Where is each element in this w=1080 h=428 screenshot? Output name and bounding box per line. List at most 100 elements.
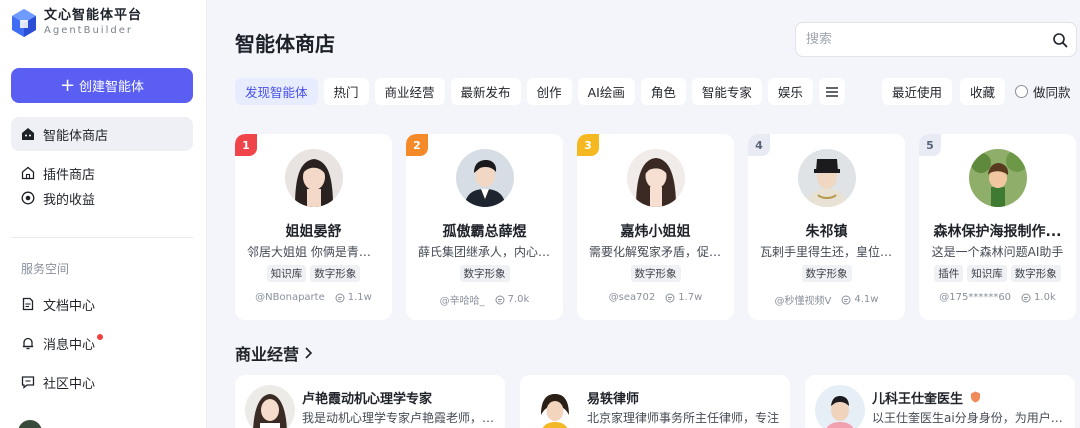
usage-count: 1.7w <box>678 292 703 303</box>
agent-title: 朱祁镇 <box>805 224 848 240</box>
agent-name: 易轶律师 <box>587 392 640 407</box>
business-section-title[interactable]: 商业经营 <box>235 341 313 365</box>
agent-avatar <box>797 149 856 207</box>
agent-card[interactable]: 1 姐姐晏舒 邻居大姐姐 你俩是青梅竹马 知识库 数字形象 @NBonapart… <box>235 134 392 320</box>
agent-desc: 以王仕奎医生ai分身身份，为用户解答 <box>872 411 1067 425</box>
tab-entertainment[interactable]: 娱乐 <box>767 78 813 105</box>
business-agent-card[interactable]: 卢艳霞动机心理学专家 我是动机心理学专家卢艳霞老师，擅长 <box>235 375 505 428</box>
filter-recent[interactable]: 最近使用 <box>882 78 953 105</box>
rank-badge: 2 <box>406 134 428 156</box>
agent-card[interactable]: 5 森林保护海报制作... 这是一个森林问题AI助手 插件 知识库 数字形象 @… <box>919 134 1076 320</box>
tab-creation[interactable]: 创作 <box>526 78 572 105</box>
agent-author[interactable]: @175******60 <box>939 292 1011 303</box>
agent-avatar <box>968 149 1027 207</box>
tag: 数字形象 <box>801 265 852 282</box>
agent-author[interactable]: @秒懂视频V <box>775 292 832 307</box>
sidebar-item-community[interactable]: 社区中心 <box>11 365 193 399</box>
usage-count: 1.1w <box>347 292 372 303</box>
agent-desc: 邻居大姐姐 你俩是青梅竹马 <box>247 245 380 259</box>
agent-desc: 薛氏集团继承人，内心冷漠 <box>418 245 551 259</box>
sidebar-item-messages[interactable]: 消息中心 <box>11 326 193 360</box>
agent-meta: @sea702 1.7w <box>577 292 734 303</box>
agent-tags: 插件 知识库 数字形象 <box>919 265 1076 282</box>
category-tabs: 发现智能体 热门 商业经营 最新发布 创作 AI绘画 角色 智能专家 娱乐 <box>235 78 851 105</box>
filter-favorites[interactable]: 收藏 <box>960 78 1006 105</box>
search-input[interactable] <box>806 32 1046 47</box>
usage-count: 1.0k <box>1034 292 1056 303</box>
create-agent-label: 创建智能体 <box>79 80 145 95</box>
menu-icon <box>825 86 838 97</box>
create-agent-button[interactable]: + 创建智能体 <box>11 68 193 103</box>
logo-subtitle: AgentBuilder <box>44 25 133 36</box>
agent-desc: 北京家理律师事务所主任律师，专注 <box>587 411 780 425</box>
chat-icon <box>21 375 35 389</box>
sidebar-item-docs[interactable]: 文档中心 <box>11 287 193 321</box>
agent-avatar <box>530 385 580 428</box>
agent-author[interactable]: @NBonaparte <box>255 292 325 303</box>
search-icon[interactable] <box>1052 32 1068 48</box>
agent-avatar <box>626 149 685 207</box>
tag: 知识库 <box>266 265 307 282</box>
sidebar-item-agent-store[interactable]: 智能体商店 <box>11 117 193 151</box>
business-agent-card[interactable]: 儿科王仕奎医生 以王仕奎医生ai分身身份，为用户解答 <box>805 375 1075 428</box>
agent-meta: @175******60 1.0k <box>919 292 1076 303</box>
agent-avatar <box>245 385 295 428</box>
agent-avatar <box>284 149 343 207</box>
sidebar-item-label: 智能体商店 <box>43 128 109 144</box>
sidebar: 文心智能体平台 AgentBuilder + 创建智能体 智能体商店 插件商店 … <box>0 0 207 428</box>
document-icon <box>21 297 35 311</box>
badge-icon <box>970 391 980 403</box>
tag: 插件 <box>934 265 964 282</box>
tab-roles[interactable]: 角色 <box>640 78 686 105</box>
agent-avatar <box>455 149 514 207</box>
more-categories-button[interactable] <box>818 78 845 105</box>
tab-latest[interactable]: 最新发布 <box>450 78 521 105</box>
agent-name: 儿科王仕奎医生 <box>872 388 981 407</box>
agent-desc: 瓦剌手里得生还，皇位复得 <box>760 245 893 259</box>
sidebar-divider <box>11 237 193 238</box>
agent-card[interactable]: 2 孤傲霸总薛煜 薛氏集团继承人，内心冷漠 数字形象 @辛哈哈_ 7.0k <box>406 134 563 320</box>
user-avatar[interactable] <box>18 420 42 428</box>
same-style-toggle[interactable]: 做同款 <box>1015 78 1071 105</box>
usage-icon <box>841 295 851 304</box>
business-agent-card[interactable]: 易轶律师 北京家理律师事务所主任律师，专注 <box>520 375 790 428</box>
agent-title: 森林保护海报制作... <box>933 224 1062 240</box>
unread-dot <box>97 334 104 340</box>
agent-desc: 需要化解冤家矛盾，促进和好 <box>589 245 722 259</box>
logo[interactable]: 文心智能体平台 AgentBuilder <box>10 8 142 38</box>
tag: 知识库 <box>967 265 1007 282</box>
sidebar-item-earnings[interactable]: 我的收益 <box>11 181 193 215</box>
agent-desc: 我是动机心理学专家卢艳霞老师，擅长 <box>302 411 497 425</box>
agent-meta: @辛哈哈_ 7.0k <box>406 292 563 307</box>
tab-expert[interactable]: 智能专家 <box>691 78 762 105</box>
right-filters: 最近使用 收藏 做同款 <box>882 78 1071 105</box>
agent-card[interactable]: 4 朱祁镇 瓦剌手里得生还，皇位复得 数字形象 @秒懂视频V 4.1w <box>748 134 905 320</box>
search-box[interactable] <box>795 22 1077 57</box>
agent-author[interactable]: @sea702 <box>609 292 656 303</box>
usage-count: 7.0k <box>507 294 530 305</box>
usage-icon <box>1021 293 1031 302</box>
rank-badge: 3 <box>577 134 599 156</box>
tab-discover[interactable]: 发现智能体 <box>235 78 318 105</box>
logo-cube-icon <box>12 9 36 37</box>
sidebar-item-label: 插件商店 <box>43 167 96 183</box>
chevron-right-icon <box>305 347 313 359</box>
tag: 数字形象 <box>630 265 681 282</box>
tab-hot[interactable]: 热门 <box>323 78 369 105</box>
tag: 数字形象 <box>459 265 510 282</box>
agent-card[interactable]: 3 嘉炜小姐姐 需要化解冤家矛盾，促进和好 数字形象 @sea702 1.7w <box>577 134 734 320</box>
tab-business[interactable]: 商业经营 <box>374 78 445 105</box>
home-plugin-icon <box>21 166 35 180</box>
usage-icon <box>495 295 505 304</box>
agent-meta: @NBonaparte 1.1w <box>235 292 392 303</box>
usage-icon <box>335 293 345 302</box>
plus-icon: + <box>59 74 76 96</box>
sidebar-item-label: 社区中心 <box>43 376 96 392</box>
agent-title: 嘉炜小姐姐 <box>620 224 691 240</box>
usage-count: 4.1w <box>854 294 879 305</box>
radio-circle[interactable] <box>1015 85 1029 98</box>
rank-badge: 1 <box>235 134 257 156</box>
agent-author[interactable]: @辛哈哈_ <box>440 292 485 307</box>
agent-tags: 数字形象 <box>406 265 563 282</box>
tab-ai-painting[interactable]: AI绘画 <box>577 78 635 105</box>
